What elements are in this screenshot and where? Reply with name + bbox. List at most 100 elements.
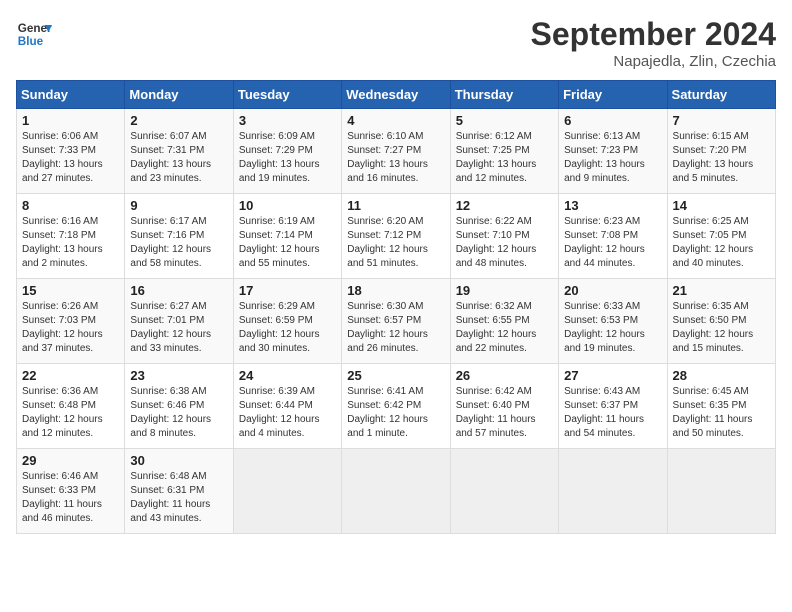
day-number: 25 bbox=[347, 368, 444, 383]
month-title: September 2024 bbox=[531, 16, 776, 53]
calendar-cell: 17 Sunrise: 6:29 AM Sunset: 6:59 PM Dayli… bbox=[233, 279, 341, 364]
calendar-week-row: 1 Sunrise: 6:06 AM Sunset: 7:33 PM Daylig… bbox=[17, 109, 776, 194]
day-number: 4 bbox=[347, 113, 444, 128]
calendar-cell: 8Sunrise: 6:16 AM Sunset: 7:18 PM Daylig… bbox=[17, 194, 125, 279]
day-number: 16 bbox=[130, 283, 227, 298]
calendar-week-row: 15 Sunrise: 6:26 AM Sunset: 7:03 PM Dayli… bbox=[17, 279, 776, 364]
day-number: 19 bbox=[456, 283, 553, 298]
day-info: Sunrise: 6:16 AM Sunset: 7:18 PM Dayligh… bbox=[22, 215, 119, 271]
weekday-header-friday: Friday bbox=[559, 81, 667, 109]
calendar-cell: 12 Sunrise: 6:22 AM Sunset: 7:10 PM Dayli… bbox=[450, 194, 558, 279]
location-title: Napajedla, Zlin, Czechia bbox=[531, 53, 776, 70]
day-info: Sunrise: 6:29 AM Sunset: 6:59 PM Dayligh… bbox=[239, 300, 336, 356]
day-number: 14 bbox=[673, 198, 770, 213]
day-info: Sunrise: 6:32 AM Sunset: 6:55 PM Dayligh… bbox=[456, 300, 553, 356]
day-info: Sunrise: 6:33 AM Sunset: 6:53 PM Dayligh… bbox=[564, 300, 661, 356]
day-number: 17 bbox=[239, 283, 336, 298]
day-number: 1 bbox=[22, 113, 119, 128]
weekday-header-tuesday: Tuesday bbox=[233, 81, 341, 109]
day-number: 9 bbox=[130, 198, 227, 213]
logo: General Blue bbox=[16, 16, 52, 52]
calendar-cell: 23Sunrise: 6:38 AM Sunset: 6:46 PM Dayli… bbox=[125, 364, 233, 449]
logo-icon: General Blue bbox=[16, 16, 52, 52]
day-info: Sunrise: 6:46 AM Sunset: 6:33 PM Dayligh… bbox=[22, 470, 119, 526]
day-number: 27 bbox=[564, 368, 661, 383]
weekday-header-thursday: Thursday bbox=[450, 81, 558, 109]
calendar-cell: 26 Sunrise: 6:42 AM Sunset: 6:40 PM Dayli… bbox=[450, 364, 558, 449]
calendar-cell: 10 Sunrise: 6:19 AM Sunset: 7:14 PM Dayli… bbox=[233, 194, 341, 279]
day-number: 11 bbox=[347, 198, 444, 213]
day-info: Sunrise: 6:48 AM Sunset: 6:31 PM Dayligh… bbox=[130, 470, 227, 526]
day-number: 22 bbox=[22, 368, 119, 383]
calendar-cell: 18 Sunrise: 6:30 AM Sunset: 6:57 PM Dayli… bbox=[342, 279, 450, 364]
day-number: 18 bbox=[347, 283, 444, 298]
calendar-cell: 1 Sunrise: 6:06 AM Sunset: 7:33 PM Daylig… bbox=[17, 109, 125, 194]
page-header: General Blue September 2024 Napajedla, Z… bbox=[16, 16, 776, 70]
day-number: 10 bbox=[239, 198, 336, 213]
day-info: Sunrise: 6:43 AM Sunset: 6:37 PM Dayligh… bbox=[564, 385, 661, 441]
day-info: Sunrise: 6:45 AM Sunset: 6:35 PM Dayligh… bbox=[673, 385, 770, 441]
day-info: Sunrise: 6:42 AM Sunset: 6:40 PM Dayligh… bbox=[456, 385, 553, 441]
calendar-cell: 4 Sunrise: 6:10 AM Sunset: 7:27 PM Daylig… bbox=[342, 109, 450, 194]
weekday-header-wednesday: Wednesday bbox=[342, 81, 450, 109]
calendar-cell: 15 Sunrise: 6:26 AM Sunset: 7:03 PM Dayli… bbox=[17, 279, 125, 364]
day-number: 15 bbox=[22, 283, 119, 298]
calendar-cell: 3Sunrise: 6:09 AM Sunset: 7:29 PM Daylig… bbox=[233, 109, 341, 194]
calendar-cell bbox=[233, 449, 341, 534]
day-number: 24 bbox=[239, 368, 336, 383]
calendar-cell: 5Sunrise: 6:12 AM Sunset: 7:25 PM Daylig… bbox=[450, 109, 558, 194]
day-info: Sunrise: 6:25 AM Sunset: 7:05 PM Dayligh… bbox=[673, 215, 770, 271]
day-info: Sunrise: 6:19 AM Sunset: 7:14 PM Dayligh… bbox=[239, 215, 336, 271]
day-number: 23 bbox=[130, 368, 227, 383]
day-number: 20 bbox=[564, 283, 661, 298]
svg-text:Blue: Blue bbox=[18, 35, 44, 48]
day-info: Sunrise: 6:27 AM Sunset: 7:01 PM Dayligh… bbox=[130, 300, 227, 356]
day-info: Sunrise: 6:12 AM Sunset: 7:25 PM Dayligh… bbox=[456, 130, 553, 186]
calendar-cell bbox=[559, 449, 667, 534]
calendar-cell: 21 Sunrise: 6:35 AM Sunset: 6:50 PM Dayli… bbox=[667, 279, 775, 364]
title-section: September 2024 Napajedla, Zlin, Czechia bbox=[531, 16, 776, 70]
day-info: Sunrise: 6:41 AM Sunset: 6:42 PM Dayligh… bbox=[347, 385, 444, 441]
day-info: Sunrise: 6:30 AM Sunset: 6:57 PM Dayligh… bbox=[347, 300, 444, 356]
day-info: Sunrise: 6:07 AM Sunset: 7:31 PM Dayligh… bbox=[130, 130, 227, 186]
weekday-header-sunday: Sunday bbox=[17, 81, 125, 109]
day-info: Sunrise: 6:15 AM Sunset: 7:20 PM Dayligh… bbox=[673, 130, 770, 186]
day-number: 6 bbox=[564, 113, 661, 128]
calendar-cell: 29Sunrise: 6:46 AM Sunset: 6:33 PM Dayli… bbox=[17, 449, 125, 534]
day-info: Sunrise: 6:26 AM Sunset: 7:03 PM Dayligh… bbox=[22, 300, 119, 356]
calendar-cell: 9Sunrise: 6:17 AM Sunset: 7:16 PM Daylig… bbox=[125, 194, 233, 279]
day-number: 12 bbox=[456, 198, 553, 213]
calendar-header-row: SundayMondayTuesdayWednesdayThursdayFrid… bbox=[17, 81, 776, 109]
calendar-cell: 25 Sunrise: 6:41 AM Sunset: 6:42 PM Dayli… bbox=[342, 364, 450, 449]
day-info: Sunrise: 6:35 AM Sunset: 6:50 PM Dayligh… bbox=[673, 300, 770, 356]
day-number: 26 bbox=[456, 368, 553, 383]
calendar-week-row: 8Sunrise: 6:16 AM Sunset: 7:18 PM Daylig… bbox=[17, 194, 776, 279]
day-info: Sunrise: 6:10 AM Sunset: 7:27 PM Dayligh… bbox=[347, 130, 444, 186]
calendar-cell: 20 Sunrise: 6:33 AM Sunset: 6:53 PM Dayli… bbox=[559, 279, 667, 364]
day-info: Sunrise: 6:13 AM Sunset: 7:23 PM Dayligh… bbox=[564, 130, 661, 186]
day-number: 2 bbox=[130, 113, 227, 128]
calendar-cell: 16 Sunrise: 6:27 AM Sunset: 7:01 PM Dayli… bbox=[125, 279, 233, 364]
day-info: Sunrise: 6:22 AM Sunset: 7:10 PM Dayligh… bbox=[456, 215, 553, 271]
day-info: Sunrise: 6:36 AM Sunset: 6:48 PM Dayligh… bbox=[22, 385, 119, 441]
calendar-cell bbox=[342, 449, 450, 534]
day-info: Sunrise: 6:06 AM Sunset: 7:33 PM Dayligh… bbox=[22, 130, 119, 186]
day-number: 28 bbox=[673, 368, 770, 383]
calendar-cell: 28 Sunrise: 6:45 AM Sunset: 6:35 PM Dayli… bbox=[667, 364, 775, 449]
day-info: Sunrise: 6:23 AM Sunset: 7:08 PM Dayligh… bbox=[564, 215, 661, 271]
day-number: 3 bbox=[239, 113, 336, 128]
day-info: Sunrise: 6:20 AM Sunset: 7:12 PM Dayligh… bbox=[347, 215, 444, 271]
calendar-cell: 13Sunrise: 6:23 AM Sunset: 7:08 PM Dayli… bbox=[559, 194, 667, 279]
day-number: 21 bbox=[673, 283, 770, 298]
weekday-header-saturday: Saturday bbox=[667, 81, 775, 109]
calendar-cell bbox=[667, 449, 775, 534]
calendar-table: SundayMondayTuesdayWednesdayThursdayFrid… bbox=[16, 80, 776, 534]
calendar-week-row: 29Sunrise: 6:46 AM Sunset: 6:33 PM Dayli… bbox=[17, 449, 776, 534]
calendar-cell: 2 Sunrise: 6:07 AM Sunset: 7:31 PM Daylig… bbox=[125, 109, 233, 194]
calendar-week-row: 22 Sunrise: 6:36 AM Sunset: 6:48 PM Dayli… bbox=[17, 364, 776, 449]
calendar-cell: 22 Sunrise: 6:36 AM Sunset: 6:48 PM Dayli… bbox=[17, 364, 125, 449]
day-info: Sunrise: 6:39 AM Sunset: 6:44 PM Dayligh… bbox=[239, 385, 336, 441]
weekday-header-monday: Monday bbox=[125, 81, 233, 109]
calendar-cell: 19 Sunrise: 6:32 AM Sunset: 6:55 PM Dayli… bbox=[450, 279, 558, 364]
calendar-cell: 24 Sunrise: 6:39 AM Sunset: 6:44 PM Dayli… bbox=[233, 364, 341, 449]
